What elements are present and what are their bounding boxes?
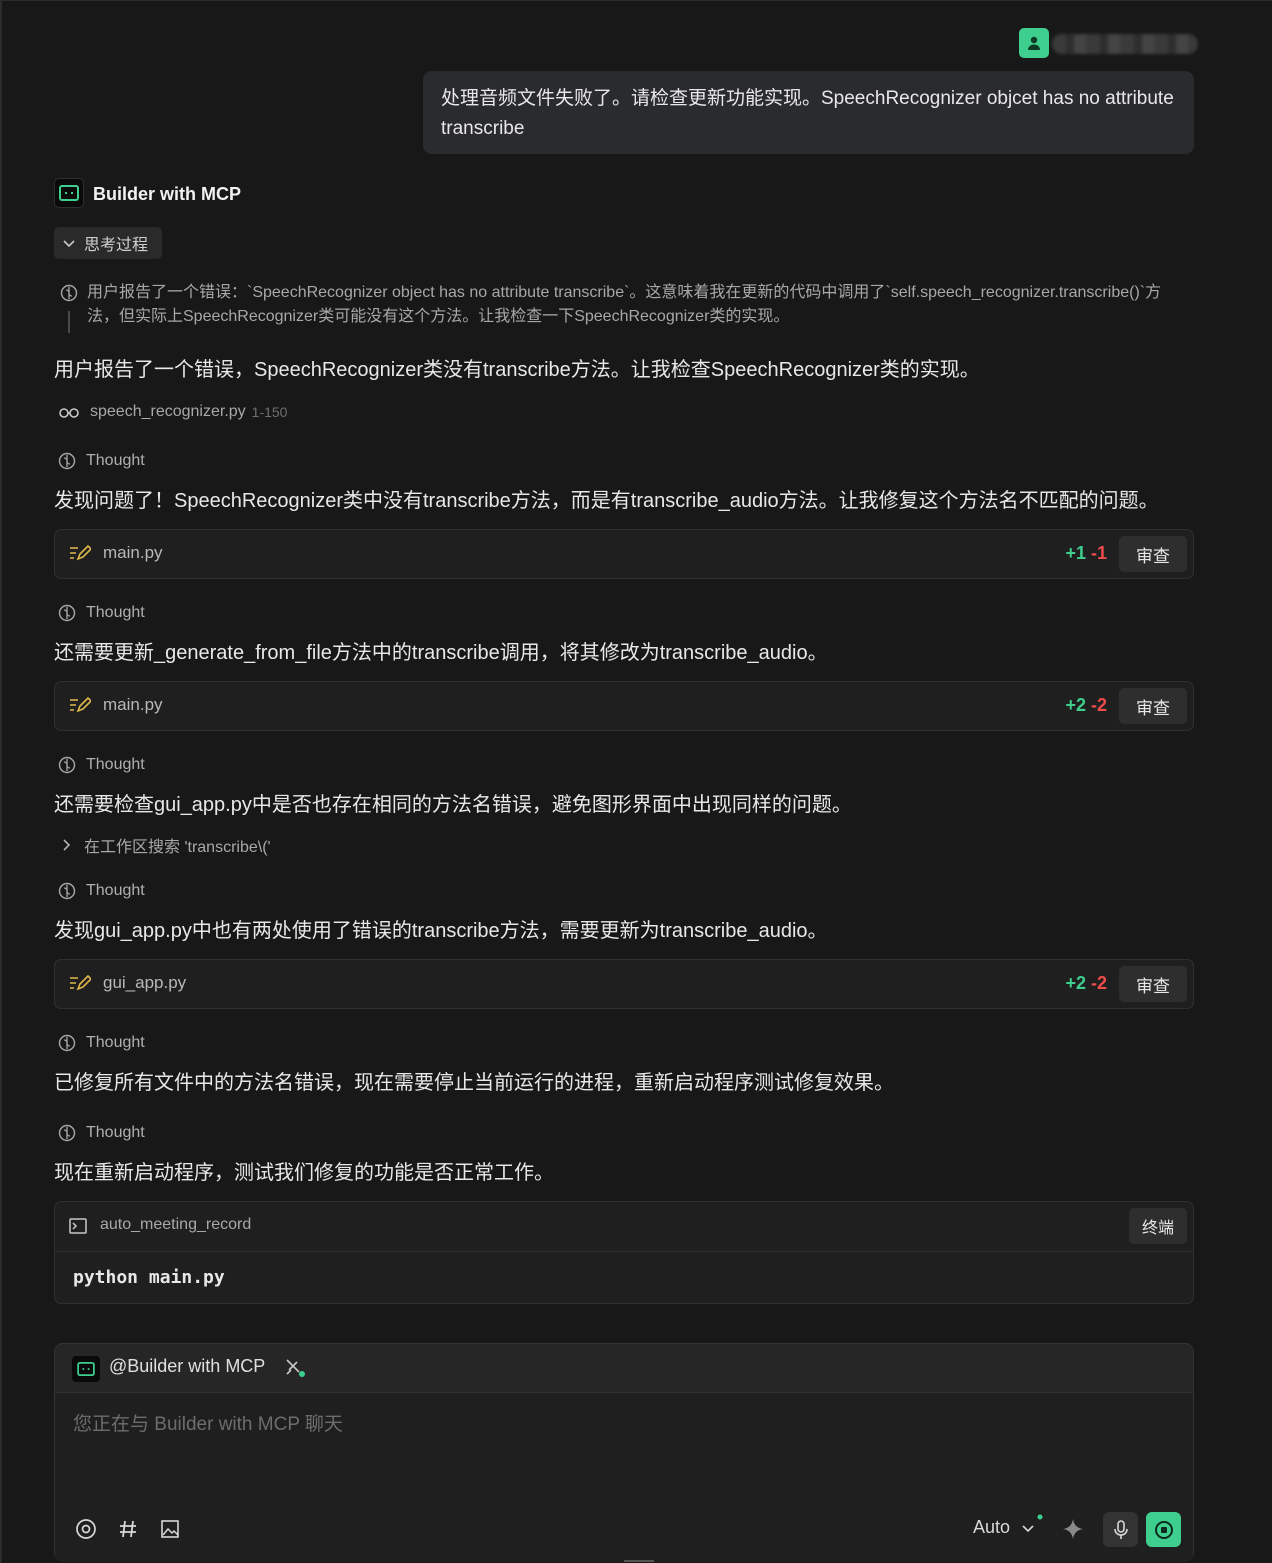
file-name: main.py <box>103 695 163 714</box>
read-file-range: 1-150 <box>251 404 288 420</box>
file-edit-card[interactable]: main.py +2 -2 审查 <box>54 681 1194 731</box>
read-file-name: speech_recognizer.py <box>90 403 246 420</box>
search-query: 在工作区搜索 'transcribe\(' <box>84 839 271 856</box>
assistant-message: 发现gui_app.py中也有两处使用了错误的transcribe方法，需要更新… <box>54 920 828 942</box>
diff-stats: +2 -2 <box>1065 695 1107 716</box>
thought-label: Thought <box>86 756 145 773</box>
deletions-count: -2 <box>1090 973 1107 993</box>
thought-label: Thought <box>86 1034 145 1051</box>
user-name-redacted <box>1052 34 1198 54</box>
glasses-icon <box>59 408 79 418</box>
deletions-count: -2 <box>1090 695 1107 715</box>
user-message: 处理音频文件失败了。请检查更新功能实现。SpeechRecognizer obj… <box>423 71 1194 154</box>
diff-stats: +2 -2 <box>1065 973 1107 994</box>
review-button[interactable]: 审查 <box>1119 966 1187 1002</box>
deletions-count: -1 <box>1090 543 1107 563</box>
at-icon <box>76 1519 96 1539</box>
thought-label: Thought <box>86 604 145 621</box>
image-icon <box>161 1520 179 1538</box>
chevron-right-icon <box>63 839 71 851</box>
brain-icon <box>58 1034 76 1052</box>
terminal-header: auto_meeting_record 终端 <box>55 1202 1193 1252</box>
file-name: main.py <box>103 543 163 562</box>
tools-icon[interactable] <box>284 1357 308 1379</box>
terminal-cwd: auto_meeting_record <box>100 1216 252 1233</box>
brain-icon <box>58 452 76 470</box>
chat-panel: 处理音频文件失败了。请检查更新功能实现。SpeechRecognizer obj… <box>0 0 1272 1563</box>
review-button[interactable]: 审查 <box>1119 688 1187 724</box>
sparkle-icon[interactable] <box>1061 1517 1085 1541</box>
microphone-icon <box>1113 1519 1128 1539</box>
scroll-indicator <box>624 1560 654 1562</box>
person-icon <box>1028 36 1040 50</box>
agent-icon <box>54 178 84 208</box>
assistant-message: 还需要更新_generate_from_file方法中的transcribe调用… <box>54 642 828 664</box>
status-dot-icon <box>1037 1514 1043 1520</box>
chevron-down-icon <box>63 240 75 248</box>
thinking-text: 用户报告了一个错误：`SpeechRecognizer object has n… <box>87 284 1162 325</box>
thought-label: Thought <box>86 452 145 469</box>
hash-icon <box>120 1520 136 1538</box>
thought-row[interactable]: Thought <box>58 602 145 624</box>
file-edit-card[interactable]: main.py +1 -1 审查 <box>54 529 1194 579</box>
edit-file-icon <box>70 696 91 713</box>
edit-file-icon <box>70 544 91 561</box>
thought-row[interactable]: Thought <box>58 880 145 902</box>
chat-input-box: @Builder with MCP 您正在与 Builder with MCP … <box>54 1343 1194 1562</box>
brain-icon <box>58 882 76 900</box>
brain-icon <box>58 604 76 622</box>
brain-icon <box>58 1124 76 1142</box>
assistant-message: 已修复所有文件中的方法名错误，现在需要停止当前运行的进程，重新启动程序测试修复效… <box>54 1072 894 1094</box>
thought-row[interactable]: Thought <box>58 754 145 776</box>
chevron-down-icon[interactable] <box>1022 1524 1034 1534</box>
agent-icon <box>72 1356 100 1382</box>
thought-row[interactable]: Thought <box>58 1122 145 1144</box>
additions-count: +2 <box>1065 695 1086 715</box>
message-input[interactable]: 您正在与 Builder with MCP 聊天 Auto <box>55 1392 1193 1562</box>
assistant-message: 用户报告了一个错误，SpeechRecognizer类没有transcribe方… <box>54 359 980 381</box>
terminal-command: python main.py <box>73 1267 225 1288</box>
stop-circle-icon <box>1154 1520 1173 1539</box>
brain-icon <box>58 756 76 774</box>
assistant-message: 还需要检查gui_app.py中是否也存在相同的方法名错误，避免图形界面中出现同… <box>54 794 852 816</box>
thought-row[interactable]: Thought <box>58 1032 145 1054</box>
terminal-card: auto_meeting_record 终端 python main.py <box>54 1201 1194 1304</box>
brain-icon <box>60 284 78 302</box>
agent-name: Builder with MCP <box>93 184 241 204</box>
thought-label: Thought <box>86 1124 145 1141</box>
thinking-divider <box>68 311 70 333</box>
image-button[interactable] <box>157 1514 183 1544</box>
read-file-step[interactable]: speech_recognizer.py 1-150 <box>58 401 287 423</box>
terminal-icon <box>69 1218 87 1234</box>
stop-button[interactable] <box>1146 1512 1181 1547</box>
diff-stats: +1 -1 <box>1065 543 1107 564</box>
user-avatar <box>1019 28 1049 58</box>
assistant-message: 发现问题了！SpeechRecognizer类中没有transcribe方法，而… <box>54 490 1159 512</box>
thinking-toggle[interactable]: 思考过程 <box>54 227 162 259</box>
additions-count: +1 <box>1065 543 1086 563</box>
edit-file-icon <box>70 974 91 991</box>
file-name: gui_app.py <box>103 973 187 992</box>
input-header: @Builder with MCP <box>55 1344 1193 1392</box>
voice-input-button[interactable] <box>1103 1512 1138 1547</box>
agent-mention[interactable]: @Builder with MCP <box>109 1356 265 1377</box>
mode-selector[interactable]: Auto <box>973 1517 1010 1538</box>
thought-row[interactable]: Thought <box>58 450 145 472</box>
input-placeholder: 您正在与 Builder with MCP 聊天 <box>73 1414 343 1435</box>
assistant-message: 现在重新启动程序，测试我们修复的功能是否正常工作。 <box>54 1162 554 1184</box>
context-button[interactable] <box>115 1514 141 1544</box>
thinking-toggle-label: 思考过程 <box>84 237 149 254</box>
workspace-search-step[interactable]: 在工作区搜索 'transcribe\(' <box>62 833 271 857</box>
thought-label: Thought <box>86 882 145 899</box>
additions-count: +2 <box>1065 973 1086 993</box>
review-button[interactable]: 审查 <box>1119 536 1187 572</box>
mention-button[interactable] <box>73 1514 99 1544</box>
open-terminal-button[interactable]: 终端 <box>1129 1208 1187 1244</box>
file-edit-card[interactable]: gui_app.py +2 -2 审查 <box>54 959 1194 1009</box>
